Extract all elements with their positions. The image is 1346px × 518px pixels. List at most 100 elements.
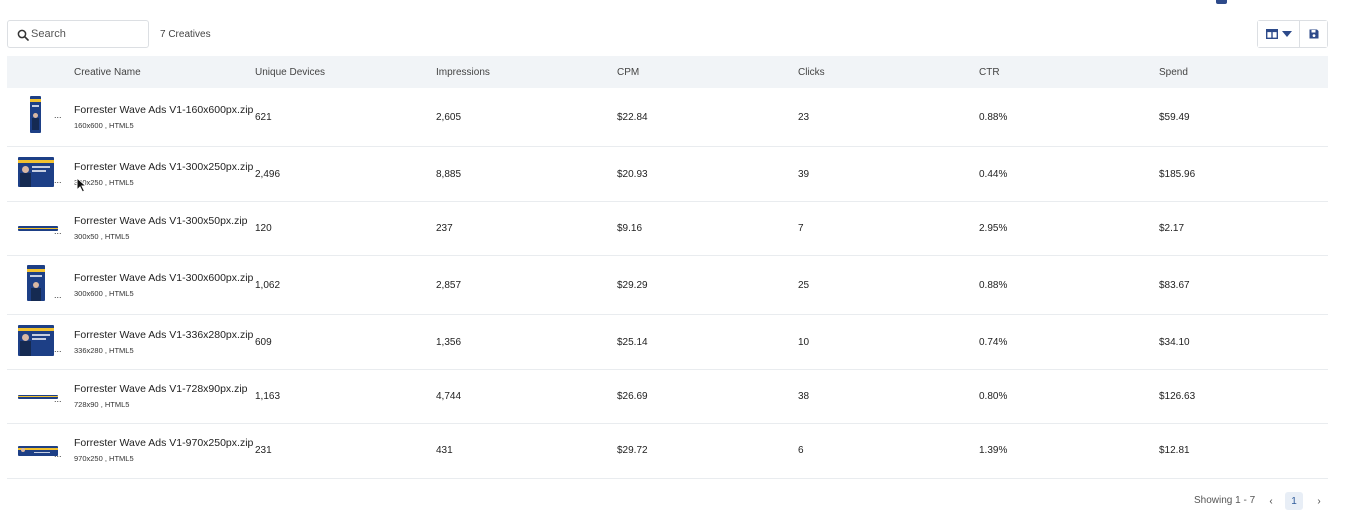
- clicks: 38: [798, 391, 810, 402]
- col-ctr[interactable]: CTR: [979, 67, 1000, 78]
- creative-thumbnail[interactable]: [30, 96, 41, 133]
- creative-name[interactable]: Forrester Wave Ads V1-728x90px.zip: [74, 383, 248, 395]
- creative-meta: 300x50 , HTML5: [74, 232, 130, 241]
- clicks: 23: [798, 112, 810, 123]
- cpm: $26.69: [617, 391, 648, 402]
- spend: $59.49: [1159, 112, 1190, 123]
- table-row[interactable]: ... Forrester Wave Ads V1-300x50px.zip 3…: [7, 202, 1328, 256]
- table-row[interactable]: ... Forrester Wave Ads V1-728x90px.zip 7…: [7, 370, 1328, 424]
- spend: $2.17: [1159, 223, 1185, 234]
- save-button[interactable]: [1300, 21, 1327, 47]
- impressions: 4,744: [436, 391, 462, 402]
- impressions: 237: [436, 223, 453, 234]
- row-menu[interactable]: ...: [54, 394, 62, 404]
- creative-name[interactable]: Forrester Wave Ads V1-300x600px.zip: [74, 272, 253, 284]
- creative-name[interactable]: Forrester Wave Ads V1-300x250px.zip: [74, 161, 253, 173]
- clicks: 10: [798, 337, 810, 348]
- unique-devices: 120: [255, 223, 272, 234]
- columns-toggle-button[interactable]: [1258, 21, 1300, 47]
- cpm: $20.93: [617, 169, 648, 180]
- spend: $126.63: [1159, 391, 1196, 402]
- creative-thumbnail[interactable]: [18, 446, 58, 456]
- ctr: 2.95%: [979, 223, 1008, 234]
- row-menu[interactable]: ...: [54, 344, 62, 354]
- table-row[interactable]: ... Forrester Wave Ads V1-160x600px.zip …: [7, 88, 1328, 147]
- cpm: $29.29: [617, 280, 648, 291]
- creatives-table: Creative Name Unique Devices Impressions…: [7, 56, 1328, 479]
- save-icon: [1309, 29, 1318, 39]
- col-clicks[interactable]: Clicks: [798, 67, 825, 78]
- row-menu[interactable]: ...: [54, 226, 62, 236]
- clicks: 25: [798, 280, 810, 291]
- ctr: 0.44%: [979, 169, 1008, 180]
- creative-name[interactable]: Forrester Wave Ads V1-336x280px.zip: [74, 329, 253, 341]
- creative-name[interactable]: Forrester Wave Ads V1-160x600px.zip: [74, 104, 253, 116]
- table-row[interactable]: ... Forrester Wave Ads V1-336x280px.zip …: [7, 315, 1328, 370]
- impressions: 1,356: [436, 337, 462, 348]
- creative-meta: 160x600 , HTML5: [74, 121, 134, 130]
- creative-name[interactable]: Forrester Wave Ads V1-970x250px.zip: [74, 437, 253, 449]
- unique-devices: 1,062: [255, 280, 281, 291]
- col-spend[interactable]: Spend: [1159, 67, 1188, 78]
- spend: $185.96: [1159, 169, 1196, 180]
- cpm: $9.16: [617, 223, 643, 234]
- cpm: $29.72: [617, 445, 648, 456]
- col-unique-devices[interactable]: Unique Devices: [255, 67, 325, 78]
- ctr: 0.80%: [979, 391, 1008, 402]
- ctr: 0.88%: [979, 112, 1008, 123]
- spend: $12.81: [1159, 445, 1190, 456]
- clicks: 39: [798, 169, 810, 180]
- impressions: 2,605: [436, 112, 462, 123]
- table-row[interactable]: ... Forrester Wave Ads V1-300x600px.zip …: [7, 256, 1328, 315]
- search-box[interactable]: [7, 20, 149, 48]
- legend-swatch: [1216, 0, 1227, 4]
- creative-meta: 300x600 , HTML5: [74, 289, 134, 298]
- col-creative-name[interactable]: Creative Name: [74, 67, 141, 78]
- table-row[interactable]: ... Forrester Wave Ads V1-300x250px.zip …: [7, 147, 1328, 202]
- row-menu[interactable]: ...: [54, 175, 62, 185]
- unique-devices: 231: [255, 445, 272, 456]
- creative-meta: 970x250 , HTML5: [74, 454, 134, 463]
- caret-down-icon: [1281, 31, 1292, 37]
- search-icon: [17, 29, 29, 41]
- table-row[interactable]: ... Forrester Wave Ads V1-970x250px.zip …: [7, 424, 1328, 479]
- creative-name[interactable]: Forrester Wave Ads V1-300x50px.zip: [74, 215, 248, 227]
- toolbar: 7 Creatives: [7, 20, 1328, 48]
- unique-devices: 1,163: [255, 391, 281, 402]
- spend: $34.10: [1159, 337, 1190, 348]
- ctr: 0.74%: [979, 337, 1008, 348]
- col-cpm[interactable]: CPM: [617, 67, 639, 78]
- creative-thumbnail[interactable]: [18, 226, 58, 231]
- mouse-cursor-icon: [76, 177, 88, 193]
- unique-devices: 609: [255, 337, 272, 348]
- row-menu[interactable]: ...: [54, 449, 62, 459]
- next-page-button[interactable]: ›: [1310, 492, 1328, 510]
- search-input[interactable]: [31, 21, 147, 47]
- prev-page-button[interactable]: ‹: [1262, 492, 1280, 510]
- showing-range: Showing 1 - 7: [1194, 495, 1256, 506]
- unique-devices: 621: [255, 112, 272, 123]
- cpm: $22.84: [617, 112, 648, 123]
- page-number-button[interactable]: 1: [1285, 492, 1303, 510]
- creative-meta: 336x280 , HTML5: [74, 346, 134, 355]
- col-impressions[interactable]: Impressions: [436, 67, 490, 78]
- creative-thumbnail[interactable]: [18, 325, 54, 356]
- ctr: 1.39%: [979, 445, 1008, 456]
- row-menu[interactable]: ...: [54, 290, 62, 300]
- creative-thumbnail[interactable]: [18, 157, 54, 187]
- pagination: Showing 1 - 7 ‹ 1 ›: [0, 490, 1346, 514]
- impressions: 8,885: [436, 169, 462, 180]
- cpm: $25.14: [617, 337, 648, 348]
- top-edge: [0, 0, 1346, 6]
- unique-devices: 2,496: [255, 169, 281, 180]
- table-header: Creative Name Unique Devices Impressions…: [7, 56, 1328, 88]
- creative-thumbnail[interactable]: [18, 395, 58, 399]
- spend: $83.67: [1159, 280, 1190, 291]
- table-actions: [1257, 20, 1328, 48]
- impressions: 2,857: [436, 280, 462, 291]
- row-menu[interactable]: ...: [54, 110, 62, 120]
- clicks: 7: [798, 223, 804, 234]
- creative-thumbnail[interactable]: [27, 265, 45, 301]
- columns-icon: [1265, 29, 1278, 39]
- creative-meta: 728x90 , HTML5: [74, 400, 130, 409]
